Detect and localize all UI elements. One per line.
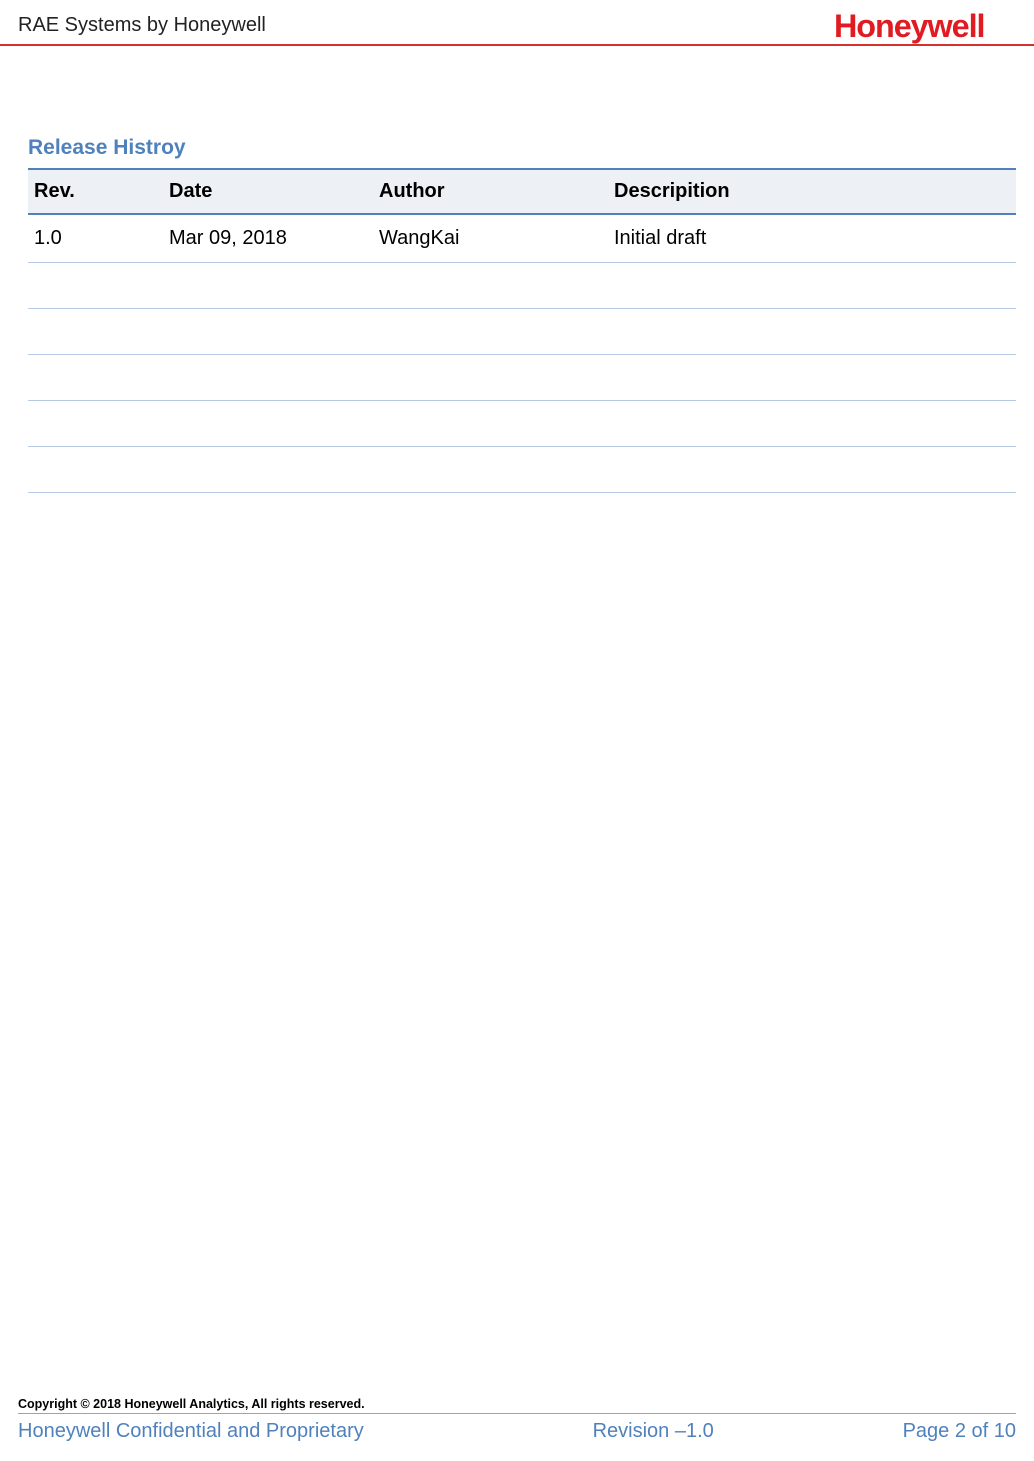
section-title: Release Histroy xyxy=(28,136,1016,160)
cell-date xyxy=(163,447,373,493)
content-area: Release Histroy Rev. Date Author Descrip… xyxy=(0,46,1034,493)
cell-author xyxy=(373,401,608,447)
cell-rev xyxy=(28,355,163,401)
table-row xyxy=(28,309,1016,355)
table-header-row: Rev. Date Author Descripition xyxy=(28,169,1016,214)
table-row xyxy=(28,401,1016,447)
page-header: RAE Systems by Honeywell Honeywell xyxy=(0,0,1034,46)
cell-date xyxy=(163,309,373,355)
cell-date xyxy=(163,401,373,447)
col-header-date: Date xyxy=(163,169,373,214)
footer-revision: Revision –1.0 xyxy=(364,1420,903,1443)
cell-description xyxy=(608,355,1016,401)
table-row xyxy=(28,447,1016,493)
col-header-description: Descripition xyxy=(608,169,1016,214)
cell-description xyxy=(608,263,1016,309)
cell-rev xyxy=(28,309,163,355)
cell-rev: 1.0 xyxy=(28,214,163,263)
col-header-rev: Rev. xyxy=(28,169,163,214)
table-row: 1.0 Mar 09, 2018 WangKai Initial draft xyxy=(28,214,1016,263)
cell-date xyxy=(163,263,373,309)
header-title: RAE Systems by Honeywell xyxy=(18,8,266,43)
cell-description xyxy=(608,309,1016,355)
cell-rev xyxy=(28,447,163,493)
cell-date: Mar 09, 2018 xyxy=(163,214,373,263)
cell-date xyxy=(163,355,373,401)
cell-description: Initial draft xyxy=(608,214,1016,263)
footer-info-line: Honeywell Confidential and Proprietary R… xyxy=(18,1420,1016,1443)
logo-text: Honeywell xyxy=(834,8,984,44)
cell-author xyxy=(373,263,608,309)
cell-description xyxy=(608,447,1016,493)
cell-description xyxy=(608,401,1016,447)
cell-rev xyxy=(28,263,163,309)
cell-author xyxy=(373,447,608,493)
table-row xyxy=(28,355,1016,401)
footer-confidential: Honeywell Confidential and Proprietary xyxy=(18,1420,364,1443)
copyright-text: Copyright © 2018 Honeywell Analytics, Al… xyxy=(18,1397,1016,1414)
cell-author xyxy=(373,309,608,355)
cell-author: WangKai xyxy=(373,214,608,263)
release-history-table: Rev. Date Author Descripition 1.0 Mar 09… xyxy=(28,168,1016,493)
honeywell-logo: Honeywell xyxy=(834,8,1032,44)
footer-page-number: Page 2 of 10 xyxy=(903,1420,1016,1443)
page-footer: Copyright © 2018 Honeywell Analytics, Al… xyxy=(18,1397,1016,1443)
cell-rev xyxy=(28,401,163,447)
cell-author xyxy=(373,355,608,401)
table-row xyxy=(28,263,1016,309)
col-header-author: Author xyxy=(373,169,608,214)
